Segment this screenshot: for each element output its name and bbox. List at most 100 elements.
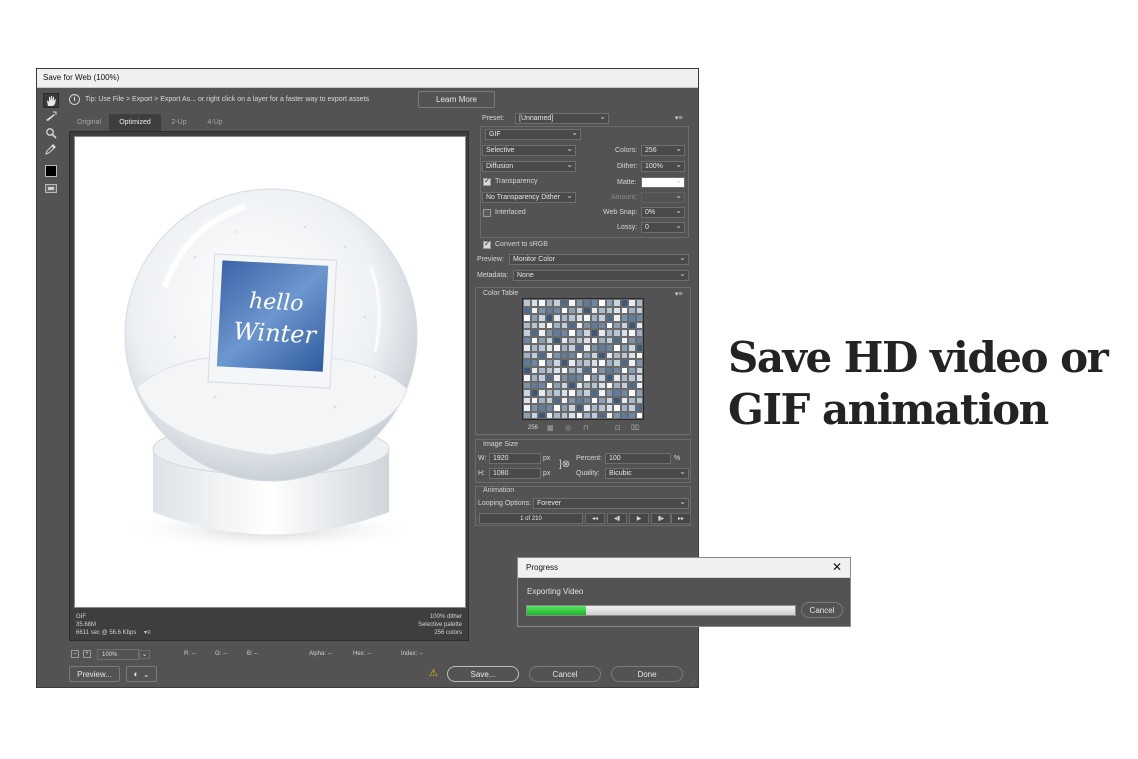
dialog-titlebar[interactable]: Save for Web (100%) bbox=[37, 69, 698, 88]
color-swatch[interactable] bbox=[620, 329, 628, 337]
color-swatch[interactable] bbox=[628, 299, 636, 307]
color-swatch[interactable] bbox=[605, 411, 613, 419]
color-swatch[interactable] bbox=[598, 359, 606, 367]
color-swatch[interactable] bbox=[635, 396, 643, 404]
color-swatch[interactable] bbox=[523, 306, 531, 314]
color-swatch[interactable] bbox=[583, 351, 591, 359]
quality-select[interactable]: Bicubic bbox=[605, 468, 689, 479]
color-swatch[interactable] bbox=[635, 389, 643, 397]
color-swatch[interactable] bbox=[598, 411, 606, 419]
color-swatch[interactable] bbox=[538, 411, 546, 419]
color-swatch[interactable] bbox=[628, 381, 636, 389]
toggle-slices-icon[interactable] bbox=[43, 181, 59, 196]
color-swatch[interactable] bbox=[605, 314, 613, 322]
color-swatch[interactable] bbox=[605, 374, 613, 382]
color-swatch[interactable] bbox=[583, 344, 591, 352]
color-swatch[interactable] bbox=[620, 396, 628, 404]
color-swatch[interactable] bbox=[590, 366, 598, 374]
color-swatch[interactable] bbox=[583, 366, 591, 374]
color-swatch[interactable] bbox=[620, 359, 628, 367]
color-swatch[interactable] bbox=[568, 321, 576, 329]
color-swatch[interactable] bbox=[575, 321, 583, 329]
color-swatch[interactable] bbox=[620, 411, 628, 419]
color-swatch[interactable] bbox=[598, 306, 606, 314]
color-swatch[interactable] bbox=[530, 374, 538, 382]
color-swatch[interactable] bbox=[560, 321, 568, 329]
lock-color-icon[interactable]: ⊓ bbox=[583, 424, 588, 432]
color-swatch[interactable] bbox=[590, 321, 598, 329]
color-swatch[interactable] bbox=[620, 366, 628, 374]
color-swatch[interactable] bbox=[628, 374, 636, 382]
done-button[interactable]: Done bbox=[611, 666, 683, 682]
color-swatch[interactable] bbox=[545, 404, 553, 412]
color-swatch[interactable] bbox=[590, 374, 598, 382]
color-swatch[interactable] bbox=[575, 389, 583, 397]
color-swatch[interactable] bbox=[523, 411, 531, 419]
color-swatch[interactable] bbox=[635, 306, 643, 314]
tab-4-up[interactable]: 4-Up bbox=[197, 114, 233, 131]
color-swatch[interactable] bbox=[635, 366, 643, 374]
trash-icon[interactable]: ⌧ bbox=[631, 424, 639, 432]
color-swatch[interactable] bbox=[545, 336, 553, 344]
color-swatch[interactable] bbox=[560, 396, 568, 404]
color-swatch[interactable] bbox=[628, 351, 636, 359]
color-swatch[interactable] bbox=[523, 404, 531, 412]
color-swatch[interactable] bbox=[545, 396, 553, 404]
color-swatch[interactable] bbox=[530, 321, 538, 329]
color-swatch[interactable] bbox=[553, 299, 561, 307]
new-color-icon[interactable]: ⊡ bbox=[615, 424, 621, 432]
color-swatch[interactable] bbox=[553, 306, 561, 314]
color-swatch[interactable] bbox=[590, 396, 598, 404]
color-swatch[interactable] bbox=[628, 314, 636, 322]
color-swatch[interactable] bbox=[620, 306, 628, 314]
eyedropper-icon[interactable] bbox=[43, 141, 59, 156]
color-swatch[interactable] bbox=[598, 314, 606, 322]
color-swatch[interactable] bbox=[575, 404, 583, 412]
color-swatch[interactable] bbox=[613, 359, 621, 367]
color-swatch[interactable] bbox=[545, 314, 553, 322]
color-swatch[interactable] bbox=[553, 329, 561, 337]
color-swatch[interactable] bbox=[575, 329, 583, 337]
color-swatch[interactable] bbox=[523, 314, 531, 322]
color-swatch[interactable] bbox=[575, 351, 583, 359]
color-reduction-select[interactable]: Selective bbox=[482, 145, 576, 156]
browser-preview-button[interactable]: ◐ ⌄ bbox=[126, 666, 157, 682]
color-swatch[interactable] bbox=[545, 359, 553, 367]
color-swatch[interactable] bbox=[590, 344, 598, 352]
play-icon[interactable]: ▶ bbox=[629, 513, 649, 524]
color-swatch[interactable] bbox=[575, 396, 583, 404]
color-swatch[interactable] bbox=[538, 381, 546, 389]
zoom-icon[interactable] bbox=[43, 125, 59, 140]
color-swatch[interactable] bbox=[523, 366, 531, 374]
color-swatch[interactable] bbox=[590, 351, 598, 359]
color-swatch[interactable] bbox=[575, 336, 583, 344]
color-swatch[interactable] bbox=[628, 321, 636, 329]
progress-cancel-button[interactable]: Cancel bbox=[801, 602, 843, 618]
color-swatch[interactable] bbox=[628, 329, 636, 337]
color-swatch[interactable] bbox=[605, 396, 613, 404]
color-swatch[interactable] bbox=[628, 359, 636, 367]
tab-2-up[interactable]: 2-Up bbox=[161, 114, 197, 131]
color-swatch[interactable] bbox=[590, 329, 598, 337]
color-swatch[interactable] bbox=[560, 306, 568, 314]
color-swatch[interactable] bbox=[568, 306, 576, 314]
color-swatch[interactable] bbox=[560, 411, 568, 419]
color-swatch[interactable] bbox=[628, 306, 636, 314]
percent-input[interactable]: 100 bbox=[605, 453, 671, 464]
color-swatch[interactable] bbox=[538, 396, 546, 404]
color-swatch[interactable] bbox=[530, 366, 538, 374]
color-swatch[interactable] bbox=[635, 329, 643, 337]
color-swatch[interactable] bbox=[575, 366, 583, 374]
color-swatch[interactable] bbox=[560, 329, 568, 337]
color-swatch[interactable] bbox=[530, 396, 538, 404]
color-swatch[interactable] bbox=[560, 336, 568, 344]
colors-select[interactable]: 256 bbox=[641, 145, 685, 156]
color-swatch[interactable] bbox=[613, 366, 621, 374]
color-swatch[interactable] bbox=[523, 299, 531, 307]
color-swatch[interactable] bbox=[598, 396, 606, 404]
color-swatch[interactable] bbox=[523, 336, 531, 344]
color-swatch[interactable] bbox=[538, 321, 546, 329]
color-swatch[interactable] bbox=[575, 359, 583, 367]
color-swatch[interactable] bbox=[560, 404, 568, 412]
color-swatch[interactable] bbox=[553, 366, 561, 374]
